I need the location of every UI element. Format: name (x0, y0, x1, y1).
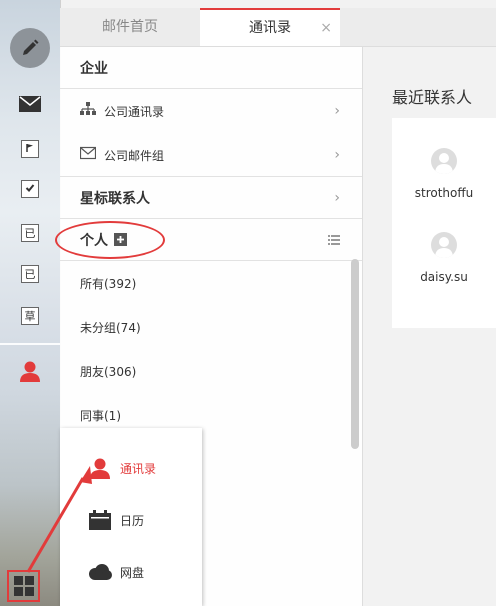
company-mail-group-item[interactable]: 公司邮件组 › (60, 133, 362, 177)
apps-menu-contacts[interactable]: 通讯录 (60, 448, 202, 488)
group-label: 未分组(74) (80, 320, 141, 335)
enterprise-title: 企业 (80, 60, 108, 77)
chevron-right-icon: › (334, 146, 340, 163)
group-item-all[interactable]: 所有(392) (60, 261, 362, 305)
deleted-button[interactable]: 已 (10, 263, 50, 285)
company-mail-group-label: 公司邮件组 (104, 148, 165, 163)
compose-button[interactable] (10, 28, 50, 68)
flag-icon (21, 140, 39, 158)
apps-grid-button[interactable] (7, 570, 40, 602)
tab-contacts[interactable]: 通讯录 × (200, 8, 340, 46)
group-mail-icon (80, 146, 96, 160)
group-label: 同事(1) (80, 408, 121, 423)
chevron-right-icon: › (334, 103, 340, 119)
check-icon (21, 180, 39, 198)
sent-icon: 已 (21, 224, 39, 242)
starred-contacts-item[interactable]: 星标联系人 › (60, 177, 362, 219)
chevron-right-icon: › (334, 189, 340, 206)
left-sidebar: 已 已 草 (0, 0, 61, 606)
enterprise-section-header: 企业 (60, 47, 362, 89)
mail-icon (19, 96, 41, 112)
apps-popup-menu: 通讯录 日历 网盘 (60, 428, 202, 606)
sent-button[interactable]: 已 (10, 222, 50, 244)
contact-name: strothoffu (414, 186, 474, 200)
contacts-icon (20, 361, 40, 382)
company-directory-label: 公司通讯录 (104, 105, 165, 119)
todo-button[interactable] (10, 178, 50, 200)
recent-contact[interactable]: strothoffu (392, 148, 496, 200)
close-tab-icon[interactable]: × (320, 10, 332, 46)
apps-menu-calendar[interactable]: 日历 (60, 500, 202, 540)
recent-contacts-title: 最近联系人 (392, 88, 473, 107)
contacts-button[interactable] (10, 358, 50, 384)
list-menu-icon[interactable] (328, 230, 340, 249)
apps-grid-icon (13, 576, 34, 596)
scrollbar[interactable] (351, 259, 359, 449)
compose-icon (23, 39, 39, 55)
contact-name: daisy.su (420, 270, 468, 284)
rail-divider (0, 343, 60, 345)
apps-menu-cloud-drive[interactable]: 网盘 (60, 552, 202, 592)
inbox-button[interactable] (10, 92, 50, 116)
group-label: 所有(392) (80, 276, 137, 291)
recent-contacts-card: strothoffu daisy.su (392, 118, 496, 328)
company-directory-item[interactable]: 公司通讯录 › (60, 89, 362, 133)
starred-title: 星标联系人 (80, 190, 150, 207)
tab-bar: 邮件首页 通讯录 × (60, 8, 496, 47)
avatar-icon (431, 232, 457, 258)
group-label: 朋友(306) (80, 364, 137, 379)
draft-icon: 草 (21, 307, 39, 325)
apps-menu-label: 通讯录 (120, 461, 157, 476)
group-item-ungrouped[interactable]: 未分组(74) (60, 305, 362, 349)
drafts-button[interactable]: 草 (10, 305, 50, 327)
deleted-icon: 已 (21, 265, 39, 283)
org-chart-icon (80, 102, 96, 116)
cloud-icon (88, 561, 112, 583)
calendar-icon (88, 509, 112, 531)
group-item-friends[interactable]: 朋友(306) (60, 349, 362, 393)
avatar-icon (431, 148, 457, 174)
highlight-ellipse (55, 221, 165, 259)
tab-contacts-label: 通讯录 (249, 20, 291, 36)
recent-contact[interactable]: daisy.su (392, 232, 496, 284)
apps-menu-label: 日历 (120, 513, 145, 528)
flagged-button[interactable] (10, 138, 50, 160)
person-icon (88, 457, 112, 479)
tab-mail-home[interactable]: 邮件首页 (60, 8, 200, 46)
apps-menu-label: 网盘 (120, 565, 145, 580)
